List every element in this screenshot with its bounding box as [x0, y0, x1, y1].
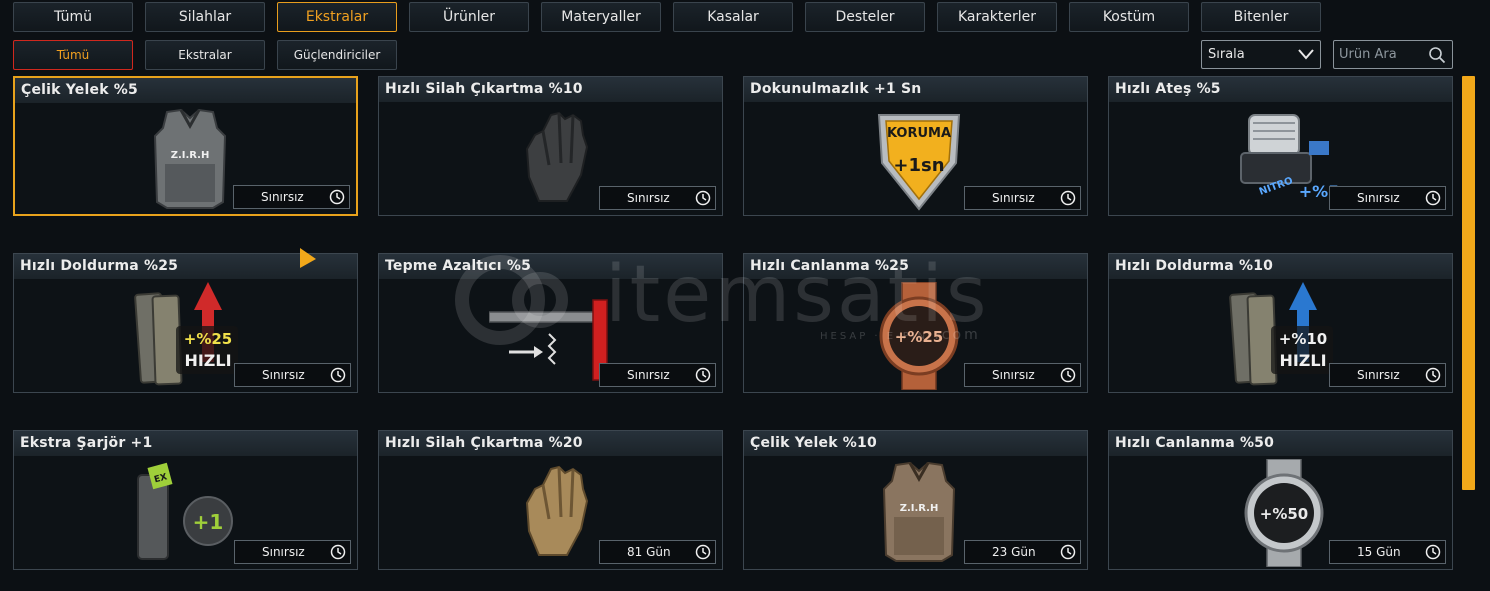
search-icon[interactable]	[1428, 46, 1446, 64]
pouch-value: +1	[193, 510, 224, 534]
item-card[interactable]: Ekstra Şarjör +1 EX +1 Sınırsız	[13, 430, 358, 570]
item-title: Çelik Yelek %10	[744, 431, 1087, 456]
item-card[interactable]: Hızlı Silah Çıkartma %20 81 Gün	[378, 430, 723, 570]
mag-label: HIZLI	[1279, 351, 1326, 370]
sort-label: Sırala	[1208, 47, 1245, 62]
clock-icon	[1060, 544, 1076, 560]
item-card[interactable]: Çelik Yelek %10 Z.I.R.H 23 Gün	[743, 430, 1088, 570]
item-card[interactable]: Hızlı Doldurma %25 +%25 HIZLI Sınırsız	[13, 253, 358, 393]
tab-kasalar[interactable]: Kasalar	[673, 2, 793, 32]
watch-value: +%50	[1260, 505, 1308, 523]
item-card[interactable]: Hızlı Canlanma %25 +%25 Sınırsız	[743, 253, 1088, 393]
tab-urunler[interactable]: Ürünler	[409, 2, 529, 32]
tab-materyaller[interactable]: Materyaller	[541, 2, 661, 32]
duration-badge: Sınırsız	[599, 186, 716, 210]
item-card[interactable]: Hızlı Canlanma %50 +%50 15 Gün	[1108, 430, 1453, 570]
item-title: Ekstra Şarjör +1	[14, 431, 357, 456]
duration-badge: Sınırsız	[964, 186, 1081, 210]
tab-tumu[interactable]: Tümü	[13, 2, 133, 32]
item-title: Dokunulmazlık +1 Sn	[744, 77, 1087, 102]
item-title: Hızlı Doldurma %10	[1109, 254, 1452, 279]
watch-value: +%25	[895, 328, 943, 346]
clock-icon	[329, 189, 345, 205]
clock-icon	[1425, 367, 1441, 383]
duration-text: Sınırsız	[992, 368, 1035, 382]
clock-icon	[1060, 190, 1076, 206]
duration-text: Sınırsız	[992, 191, 1035, 205]
subtab-guclendiriciler[interactable]: Güçlendiriciler	[277, 40, 397, 70]
duration-text: Sınırsız	[261, 190, 304, 204]
tab-desteler[interactable]: Desteler	[805, 2, 925, 32]
shield-title: KORUMA	[887, 126, 951, 141]
clock-icon	[1425, 544, 1441, 560]
item-title: Hızlı Silah Çıkartma %20	[379, 431, 722, 456]
duration-text: Sınırsız	[1357, 368, 1400, 382]
clock-icon	[1060, 367, 1076, 383]
shield-value: +1sn	[893, 155, 944, 176]
tab-silahlar[interactable]: Silahlar	[145, 2, 265, 32]
mag-label: HIZLI	[184, 351, 231, 370]
duration-badge: 81 Gün	[599, 540, 716, 564]
clock-icon	[695, 190, 711, 206]
item-card[interactable]: Hızlı Doldurma %10 +%10 HIZLI Sınırsız	[1108, 253, 1453, 393]
duration-text: Sınırsız	[262, 545, 305, 559]
scrollbar-thumb[interactable]	[1462, 76, 1475, 490]
clock-icon	[330, 544, 346, 560]
duration-text: 15 Gün	[1357, 545, 1401, 559]
chevron-down-icon	[1298, 49, 1314, 60]
item-title: Çelik Yelek %5	[15, 78, 356, 103]
duration-text: Sınırsız	[262, 368, 305, 382]
item-title: Hızlı Canlanma %25	[744, 254, 1087, 279]
vest-label: Z.I.R.H	[900, 503, 939, 514]
item-card[interactable]: Çelik Yelek %5 Z.I.R.H Sınırsız	[13, 76, 358, 216]
vest-label: Z.I.R.H	[171, 150, 210, 161]
duration-text: 81 Gün	[627, 545, 671, 559]
duration-badge: Sınırsız	[964, 363, 1081, 387]
duration-badge: Sınırsız	[1329, 363, 1446, 387]
tab-ekstralar[interactable]: Ekstralar	[277, 2, 397, 32]
subtab-ekstralar[interactable]: Ekstralar	[145, 40, 265, 70]
clock-icon	[695, 544, 711, 560]
item-title: Hızlı Canlanma %50	[1109, 431, 1452, 456]
duration-text: Sınırsız	[627, 191, 670, 205]
cursor-icon	[300, 248, 316, 268]
duration-badge: Sınırsız	[234, 540, 351, 564]
clock-icon	[330, 367, 346, 383]
duration-badge: Sınırsız	[1329, 186, 1446, 210]
tab-kostum[interactable]: Kostüm	[1069, 2, 1189, 32]
tab-karakterler[interactable]: Karakterler	[937, 2, 1057, 32]
item-card[interactable]: Dokunulmazlık +1 Sn KORUMA +1sn Sınırsız	[743, 76, 1088, 216]
duration-badge: Sınırsız	[233, 185, 350, 209]
duration-text: Sınırsız	[1357, 191, 1400, 205]
clock-icon	[695, 367, 711, 383]
tab-bitenler[interactable]: Bitenler	[1201, 2, 1321, 32]
item-grid: Çelik Yelek %5 Z.I.R.H Sınırsız Hızlı Si…	[13, 76, 1453, 576]
item-card[interactable]: Tepme Azaltıcı %5 Sınırsız	[378, 253, 723, 393]
duration-badge: 23 Gün	[964, 540, 1081, 564]
mag-value: +%25	[184, 330, 232, 348]
duration-text: 23 Gün	[992, 545, 1036, 559]
search-box	[1333, 40, 1453, 69]
mag-value: +%10	[1279, 330, 1327, 348]
duration-text: Sınırsız	[627, 368, 670, 382]
duration-badge: Sınırsız	[599, 363, 716, 387]
search-input[interactable]	[1334, 41, 1426, 68]
item-title: Hızlı Ateş %5	[1109, 77, 1452, 102]
subtab-tumu[interactable]: Tümü	[13, 40, 133, 70]
item-title: Hızlı Silah Çıkartma %10	[379, 77, 722, 102]
item-card[interactable]: Hızlı Silah Çıkartma %10 Sınırsız	[378, 76, 723, 216]
item-title: Tepme Azaltıcı %5	[379, 254, 722, 279]
duration-badge: Sınırsız	[234, 363, 351, 387]
sort-dropdown[interactable]: Sırala	[1201, 40, 1321, 69]
duration-badge: 15 Gün	[1329, 540, 1446, 564]
clock-icon	[1425, 190, 1441, 206]
item-card[interactable]: Hızlı Ateş %5 NITRO +%5 Sınırsız	[1108, 76, 1453, 216]
